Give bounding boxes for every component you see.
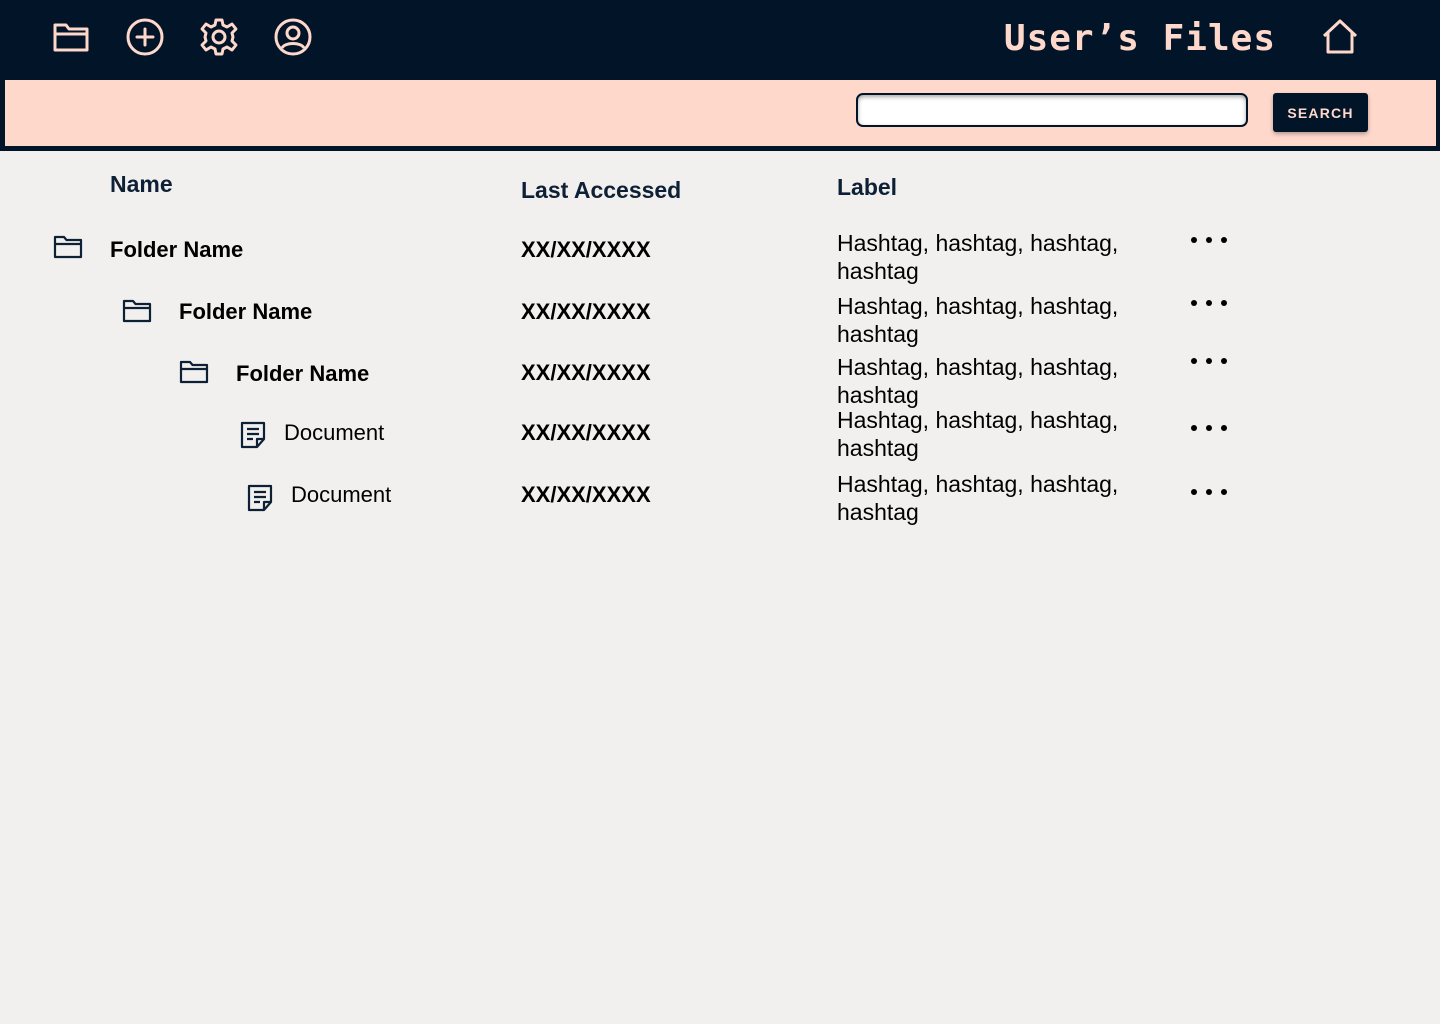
more-options-icon[interactable]	[1191, 485, 1227, 499]
gear-icon[interactable]	[197, 15, 241, 59]
more-options-icon[interactable]	[1191, 233, 1227, 247]
row-label: Hashtag, hashtag, hashtag, hashtag	[837, 293, 1119, 347]
home-icon[interactable]	[1318, 15, 1362, 59]
more-options-icon[interactable]	[1191, 421, 1227, 435]
row-name[interactable]: Document	[291, 482, 391, 508]
row-last-accessed: XX/XX/XXXX	[521, 360, 651, 385]
more-options-icon[interactable]	[1191, 296, 1227, 310]
document-icon	[247, 484, 274, 512]
table-row[interactable]: Document XX/XX/XXXX Hashtag, hashtag, ha…	[0, 470, 1440, 526]
column-header-name[interactable]: Name	[110, 171, 173, 198]
add-circle-icon[interactable]	[123, 15, 167, 59]
page-title: User’s Files	[1003, 18, 1276, 59]
search-bar-panel: SEARCH	[5, 80, 1436, 146]
row-label: Hashtag, hashtag, hashtag, hashtag	[837, 230, 1119, 284]
row-label: Hashtag, hashtag, hashtag, hashtag	[837, 407, 1119, 461]
table-row[interactable]: Folder Name XX/XX/XXXX Hashtag, hashtag,…	[0, 229, 1440, 285]
folder-icon	[53, 235, 83, 259]
more-options-icon[interactable]	[1191, 354, 1227, 368]
column-header-label[interactable]: Label	[837, 174, 897, 201]
user-circle-icon[interactable]	[271, 15, 315, 59]
folder-icon[interactable]	[49, 15, 93, 59]
row-label: Hashtag, hashtag, hashtag, hashtag	[837, 471, 1119, 525]
row-name[interactable]: Folder Name	[236, 361, 369, 387]
column-header-last-accessed[interactable]: Last Accessed	[521, 177, 681, 204]
table-row[interactable]: Folder Name XX/XX/XXXX Hashtag, hashtag,…	[0, 353, 1440, 409]
search-input[interactable]	[856, 93, 1248, 127]
row-label: Hashtag, hashtag, hashtag, hashtag	[837, 354, 1119, 408]
table-row[interactable]: Document XX/XX/XXXX Hashtag, hashtag, ha…	[0, 406, 1440, 462]
row-last-accessed: XX/XX/XXXX	[521, 237, 651, 262]
row-name[interactable]: Document	[284, 420, 384, 446]
row-last-accessed: XX/XX/XXXX	[521, 420, 651, 445]
document-icon	[240, 421, 267, 449]
top-nav-bar: User’s Files	[0, 0, 1440, 80]
row-last-accessed: XX/XX/XXXX	[521, 482, 651, 507]
folder-icon	[122, 299, 152, 323]
search-button[interactable]: SEARCH	[1273, 93, 1368, 132]
table-row[interactable]: Folder Name XX/XX/XXXX Hashtag, hashtag,…	[0, 292, 1440, 348]
row-name[interactable]: Folder Name	[179, 299, 312, 325]
row-last-accessed: XX/XX/XXXX	[521, 299, 651, 324]
folder-icon	[179, 360, 209, 384]
row-name[interactable]: Folder Name	[110, 237, 243, 263]
search-bar: SEARCH	[0, 80, 1440, 151]
